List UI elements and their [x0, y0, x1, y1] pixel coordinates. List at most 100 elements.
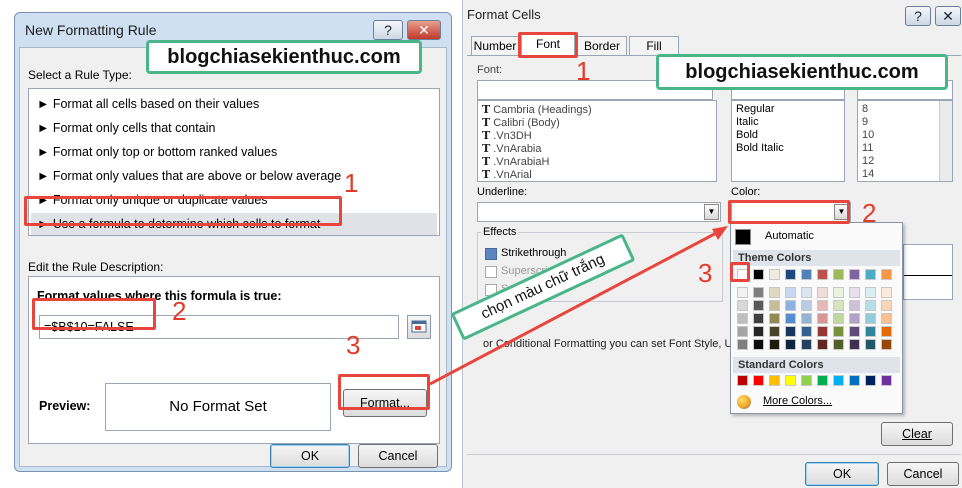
color-swatch[interactable] [849, 375, 860, 386]
list-item[interactable]: T .Vn3DH [482, 129, 532, 142]
strikethrough-checkbox[interactable] [485, 248, 497, 260]
color-swatch[interactable] [785, 287, 796, 298]
superscript-checkbox[interactable] [485, 266, 497, 278]
color-swatch[interactable] [801, 287, 812, 298]
color-swatch[interactable] [737, 339, 748, 350]
color-swatch[interactable] [817, 313, 828, 324]
color-swatch[interactable] [849, 339, 860, 350]
color-swatch[interactable] [769, 313, 780, 324]
list-item[interactable]: T .VnArabiaH [482, 155, 549, 168]
color-swatch[interactable] [801, 269, 812, 280]
color-swatch[interactable] [817, 339, 828, 350]
collapse-dialog-button[interactable] [407, 315, 431, 339]
color-swatch[interactable] [881, 313, 892, 324]
close-button[interactable]: ✕ [407, 20, 441, 40]
tab-fill[interactable]: Fill [629, 36, 679, 56]
list-item[interactable]: T Calibri (Body) [482, 116, 560, 129]
color-swatch[interactable] [817, 269, 828, 280]
color-swatch[interactable] [801, 326, 812, 337]
color-swatch[interactable] [833, 375, 844, 386]
color-swatch[interactable] [785, 300, 796, 311]
help-button[interactable]: ? [373, 20, 403, 40]
color-swatch[interactable] [769, 287, 780, 298]
rule-type-item[interactable]: ► Format all cells based on their values [31, 93, 437, 115]
rule-type-item[interactable]: ► Format only top or bottom ranked value… [31, 141, 437, 163]
color-swatch[interactable] [833, 326, 844, 337]
clear-button[interactable]: Clear [881, 422, 953, 446]
color-swatch[interactable] [849, 287, 860, 298]
size-list[interactable]: 8 9 10 11 12 14 [857, 100, 953, 182]
list-item[interactable]: 10 [862, 129, 874, 141]
close-button[interactable]: ✕ [935, 6, 961, 26]
list-item[interactable]: 8 [862, 103, 868, 115]
color-swatch[interactable] [801, 339, 812, 350]
color-swatch[interactable] [753, 287, 764, 298]
list-item[interactable]: 11 [862, 142, 873, 154]
color-swatch[interactable] [737, 287, 748, 298]
color-swatch[interactable] [785, 375, 796, 386]
scrollbar[interactable] [939, 101, 952, 181]
color-swatch[interactable] [769, 339, 780, 350]
color-swatch[interactable] [785, 326, 796, 337]
color-swatch[interactable] [801, 313, 812, 324]
color-swatch[interactable] [881, 375, 892, 386]
list-item[interactable]: T Cambria (Headings) [482, 103, 592, 116]
color-swatch[interactable] [753, 300, 764, 311]
color-swatch[interactable] [817, 300, 828, 311]
list-item[interactable]: Bold [736, 129, 758, 141]
color-swatch[interactable] [881, 300, 892, 311]
color-swatch[interactable] [769, 375, 780, 386]
list-item[interactable]: Bold Italic [736, 142, 784, 154]
color-swatch[interactable] [817, 375, 828, 386]
more-colors-option[interactable]: More Colors... [763, 395, 832, 407]
automatic-swatch[interactable] [735, 229, 751, 245]
tab-border[interactable]: Border [577, 36, 627, 56]
rule-type-item[interactable]: ► Format only values that are above or b… [31, 165, 437, 187]
ok-button[interactable]: OK [805, 462, 879, 486]
help-button[interactable]: ? [905, 6, 931, 26]
automatic-option[interactable]: Automatic [765, 230, 814, 242]
color-swatch[interactable] [865, 326, 876, 337]
cancel-button[interactable]: Cancel [887, 462, 959, 486]
color-swatch[interactable] [833, 287, 844, 298]
color-swatch[interactable] [817, 326, 828, 337]
color-swatch[interactable] [881, 326, 892, 337]
color-swatch[interactable] [737, 326, 748, 337]
color-swatch[interactable] [769, 326, 780, 337]
cancel-button[interactable]: Cancel [358, 444, 438, 468]
color-swatch[interactable] [865, 313, 876, 324]
color-swatch[interactable] [753, 269, 764, 280]
color-swatch[interactable] [753, 326, 764, 337]
color-swatch[interactable] [769, 300, 780, 311]
color-swatch[interactable] [833, 269, 844, 280]
font-style-list[interactable]: Regular Italic Bold Bold Italic [731, 100, 845, 182]
color-swatch[interactable] [865, 287, 876, 298]
list-item[interactable]: T .VnArabia [482, 142, 542, 155]
color-swatch[interactable] [769, 269, 780, 280]
color-swatch[interactable] [849, 269, 860, 280]
chevron-down-icon[interactable]: ▼ [704, 204, 719, 220]
list-item[interactable]: Italic [736, 116, 759, 128]
color-swatch[interactable] [833, 339, 844, 350]
color-swatch[interactable] [833, 313, 844, 324]
color-swatch[interactable] [785, 339, 796, 350]
color-swatch[interactable] [833, 300, 844, 311]
color-swatch[interactable] [865, 339, 876, 350]
color-swatch[interactable] [753, 339, 764, 350]
color-swatch[interactable] [753, 375, 764, 386]
list-item[interactable]: 14 [862, 168, 874, 180]
color-swatch[interactable] [785, 313, 796, 324]
color-swatch[interactable] [881, 287, 892, 298]
ok-button[interactable]: OK [270, 444, 350, 468]
color-swatch[interactable] [801, 300, 812, 311]
color-swatch[interactable] [865, 300, 876, 311]
color-swatch[interactable] [801, 375, 812, 386]
color-swatch[interactable] [737, 313, 748, 324]
underline-select[interactable]: ▼ [477, 202, 721, 222]
color-swatch[interactable] [865, 269, 876, 280]
color-swatch[interactable] [737, 300, 748, 311]
color-swatch[interactable] [753, 313, 764, 324]
color-swatch[interactable] [865, 375, 876, 386]
color-swatch[interactable] [785, 269, 796, 280]
color-swatch[interactable] [849, 326, 860, 337]
